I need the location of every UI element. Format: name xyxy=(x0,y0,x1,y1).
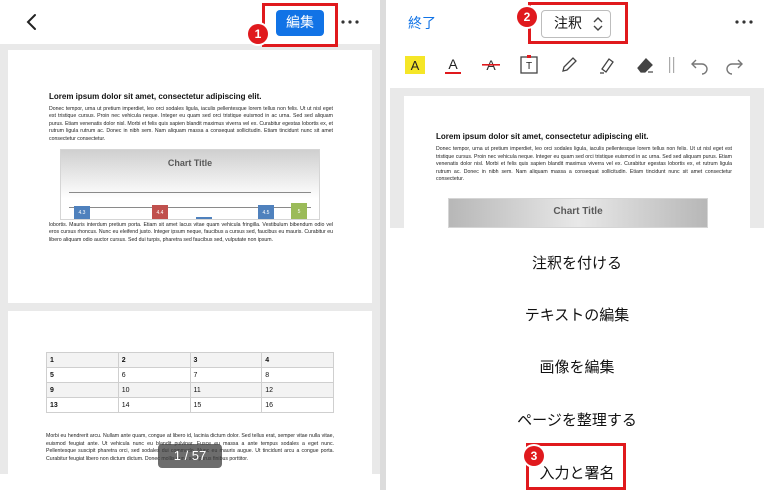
document-paragraph-continued: lobortis. Mauris interdum pretium porta.… xyxy=(49,222,333,243)
table-cell: 6 xyxy=(117,367,191,383)
document-paragraph: Donec tempor, urna ut pretium imperdiet,… xyxy=(436,146,732,183)
left-screen: 編集 1 Lorem ipsum dolor sit amet, consect… xyxy=(0,0,380,490)
chart-bars: 4.3 4.4 4.5 5 xyxy=(61,150,319,219)
bottom-bar xyxy=(0,474,380,490)
more-horizontal-icon[interactable] xyxy=(734,14,754,30)
highlight-icon[interactable]: A xyxy=(404,54,426,76)
text-color-icon[interactable]: A xyxy=(442,54,464,76)
table-cell: 1 xyxy=(46,352,119,368)
table-cell: 12 xyxy=(261,382,334,398)
chart-data-label: 5 xyxy=(297,209,301,215)
strikethrough-icon[interactable]: A xyxy=(480,54,502,76)
callout-badge-1: 1 xyxy=(248,24,268,44)
chart-bar: 4.4 xyxy=(152,205,168,219)
table-row: 1234 xyxy=(46,352,334,368)
eraser-icon[interactable] xyxy=(634,54,656,76)
action-sheet-item[interactable]: テキストの編集 xyxy=(386,304,768,325)
chart-bar xyxy=(196,217,212,219)
document-heading: Lorem ipsum dolor sit amet, consectetur … xyxy=(49,92,262,101)
table-cell: 5 xyxy=(46,367,119,383)
chart-data-label: 4.5 xyxy=(262,210,270,216)
action-sheet-item[interactable]: 注釈を付ける xyxy=(386,252,768,273)
svg-text:A: A xyxy=(448,56,458,72)
chart-title: Chart Title xyxy=(553,206,603,217)
chart-bar: 4.5 xyxy=(258,205,274,219)
pencil-icon[interactable] xyxy=(558,54,580,76)
chart-data-label: 4.3 xyxy=(78,210,86,216)
callout-box-mode xyxy=(528,2,628,44)
document-preview: Lorem ipsum dolor sit amet, consectetur … xyxy=(390,88,764,228)
document-table: 1 2 3 4 5 6 7 8 9 10 11 12 13 14 15 16 xyxy=(46,352,334,413)
undo-icon[interactable] xyxy=(688,54,710,76)
table-cell: 4 xyxy=(261,352,334,368)
document-paragraph: Donec tempor, urna ut pretium imperdiet,… xyxy=(49,106,333,142)
document-page: Lorem ipsum dolor sit amet, consectetur … xyxy=(404,96,750,228)
table-cell: 14 xyxy=(117,397,191,413)
right-screen: 終了 注釈 2 A A A T Lorem ipsum dolor sit am… xyxy=(386,0,768,490)
document-heading: Lorem ipsum dolor sit amet, consectetur … xyxy=(436,132,649,141)
table-row: 9 10 11 12 xyxy=(46,382,334,398)
table-cell: 3 xyxy=(189,352,263,368)
chevron-left-icon[interactable] xyxy=(20,10,44,34)
document-page-1: Lorem ipsum dolor sit amet, consectetur … xyxy=(8,50,372,303)
chart: Chart Title 4.3 4.4 4.5 5 xyxy=(60,149,320,220)
table-cell: 15 xyxy=(189,397,263,413)
callout-box-edit xyxy=(262,3,338,47)
redo-icon[interactable] xyxy=(724,54,746,76)
page-counter: 1 / 57 xyxy=(158,444,222,468)
done-button[interactable]: 終了 xyxy=(408,13,436,33)
table-cell: 16 xyxy=(261,397,334,413)
chart-preview: Chart Title xyxy=(448,198,708,228)
svg-text:T: T xyxy=(526,61,532,72)
chart-bar: 4.3 xyxy=(74,206,90,219)
table-cell: 13 xyxy=(46,397,119,413)
marker-icon[interactable] xyxy=(596,54,618,76)
annotation-tools: A A A T xyxy=(386,50,768,82)
toolbar-separator xyxy=(668,54,676,76)
table-cell: 9 xyxy=(46,382,119,398)
chart-data-label: 4.4 xyxy=(156,210,164,216)
action-sheet-item[interactable]: 画像を編集 xyxy=(386,356,768,377)
table-cell: 11 xyxy=(189,382,263,398)
table-cell: 2 xyxy=(117,352,191,368)
table-row: 13 14 15 16 xyxy=(46,397,334,413)
callout-badge-3: 3 xyxy=(524,446,544,466)
table-cell: 8 xyxy=(261,367,334,383)
table-row: 5678 xyxy=(46,367,334,383)
more-horizontal-icon[interactable] xyxy=(340,14,360,30)
callout-badge-2: 2 xyxy=(517,7,537,27)
chart-bar: 5 xyxy=(291,203,307,219)
table-cell: 7 xyxy=(189,367,263,383)
textbox-icon[interactable]: T xyxy=(518,54,540,76)
table-cell: 10 xyxy=(117,382,191,398)
svg-text:A: A xyxy=(411,58,420,73)
action-sheet-item[interactable]: ページを整理する xyxy=(386,409,768,430)
